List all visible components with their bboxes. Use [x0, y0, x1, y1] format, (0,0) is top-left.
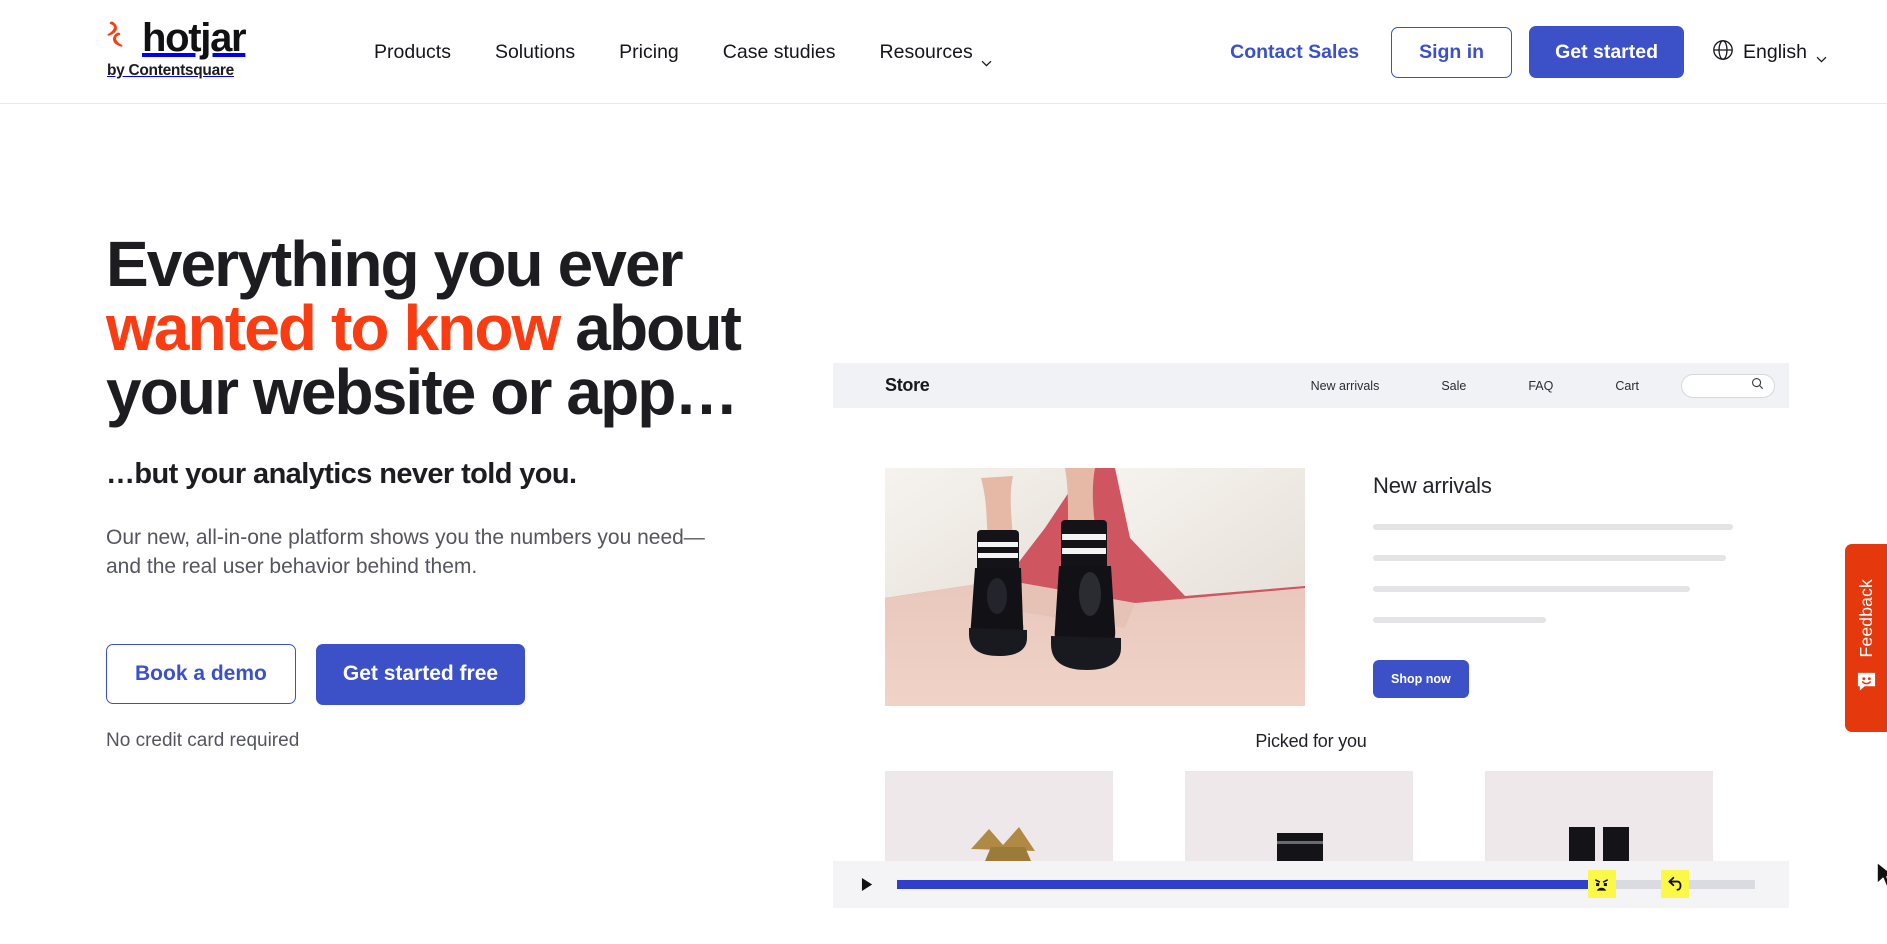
sign-in-button[interactable]: Sign in: [1391, 26, 1513, 78]
hero-cta-row: Book a demo Get started free: [106, 643, 796, 705]
smiley-speech-bubble-icon: [1856, 671, 1877, 697]
search-icon: [1751, 377, 1764, 395]
headline-highlight: wanted to know: [106, 292, 561, 364]
skeleton-line: [1373, 524, 1733, 530]
language-selector[interactable]: English: [1712, 39, 1827, 66]
nav-item-solutions[interactable]: Solutions: [473, 33, 597, 72]
mock-store-title: Store: [885, 375, 930, 395]
hotjar-flame-icon: [106, 21, 132, 55]
skeleton-line: [1373, 555, 1726, 561]
mock-nav-cart[interactable]: Cart: [1615, 379, 1639, 393]
mock-nav-faq[interactable]: FAQ: [1528, 379, 1553, 393]
nav-label: Case studies: [722, 40, 836, 63]
globe-icon: [1712, 39, 1734, 66]
nav-label: Resources: [879, 40, 973, 63]
hero-copy: Everything you ever wanted to know about…: [106, 232, 796, 752]
headline-part-1: Everything you ever: [106, 228, 684, 300]
mouse-cursor-icon: [1875, 861, 1887, 891]
nav-item-products[interactable]: Products: [352, 33, 473, 72]
product-card[interactable]: [1485, 771, 1713, 861]
skeleton-line: [1373, 617, 1546, 623]
progress-scrubber[interactable]: [897, 870, 1755, 898]
product-card[interactable]: [885, 771, 1113, 861]
get-started-free-button[interactable]: Get started free: [315, 643, 526, 705]
nav-label: Products: [374, 40, 451, 63]
nav-label: Pricing: [619, 40, 679, 63]
mock-nav-new-arrivals[interactable]: New arrivals: [1311, 379, 1380, 393]
nav-item-pricing[interactable]: Pricing: [597, 33, 701, 72]
hero-subheading: …but your analytics never told you.: [106, 458, 577, 490]
mock-store-nav: New arrivals Sale FAQ Cart: [1311, 379, 1639, 393]
mock-section-heading: New arrivals: [1373, 473, 1492, 498]
nav-label: Solutions: [494, 40, 576, 63]
no-credit-card-note: No credit card required: [106, 729, 300, 751]
book-a-demo-button[interactable]: Book a demo: [106, 644, 296, 705]
shop-now-button[interactable]: Shop now: [1373, 660, 1469, 698]
u-turn-icon[interactable]: [1660, 870, 1689, 898]
mock-new-arrivals-panel: New arrivals Shop now: [1373, 473, 1733, 698]
brand-tagline: by Contentsquare: [107, 62, 234, 79]
chevron-down-icon: [981, 50, 992, 67]
header-actions: Contact Sales Sign in Get started Englis…: [1230, 0, 1827, 104]
contact-sales-link[interactable]: Contact Sales: [1230, 41, 1359, 64]
site-header: hotjar by Contentsquare Products Solutio…: [0, 0, 1887, 104]
chevron-down-icon: [1816, 50, 1827, 63]
picked-for-you-row: [885, 771, 1785, 861]
brand-logo[interactable]: hotjar by Contentsquare: [106, 16, 247, 80]
mock-store-topbar: Store New arrivals Sale FAQ Cart: [833, 363, 1789, 408]
mock-nav-sale[interactable]: Sale: [1441, 379, 1466, 393]
mock-search-input[interactable]: [1681, 373, 1775, 398]
skeleton-line: [1373, 586, 1690, 592]
session-recording-mock: Store New arrivals Sale FAQ Cart New arr…: [833, 363, 1887, 908]
primary-nav: Products Solutions Pricing Case studies …: [352, 0, 1014, 104]
rage-click-icon[interactable]: [1587, 870, 1616, 898]
page-title: Everything you ever wanted to know about…: [106, 232, 796, 424]
playback-bar: [833, 861, 1789, 908]
hero-description: Our new, all-in-one platform shows you t…: [106, 526, 705, 578]
nav-item-case-studies[interactable]: Case studies: [701, 33, 858, 72]
brand-wordmark: hotjar: [142, 16, 247, 60]
product-card[interactable]: [1185, 771, 1413, 861]
feedback-tab[interactable]: Feedback: [1845, 544, 1887, 732]
mock-product-photo: [885, 468, 1305, 706]
language-label: English: [1743, 40, 1807, 63]
progress-fill: [897, 880, 1610, 889]
feedback-tab-label: Feedback: [1855, 578, 1876, 658]
picked-for-you-heading: Picked for you: [1255, 731, 1367, 751]
play-icon[interactable]: [859, 876, 875, 894]
nav-item-resources[interactable]: Resources: [858, 33, 1014, 72]
hero-section: Everything you ever wanted to know about…: [0, 104, 1887, 944]
get-started-button[interactable]: Get started: [1529, 26, 1685, 78]
